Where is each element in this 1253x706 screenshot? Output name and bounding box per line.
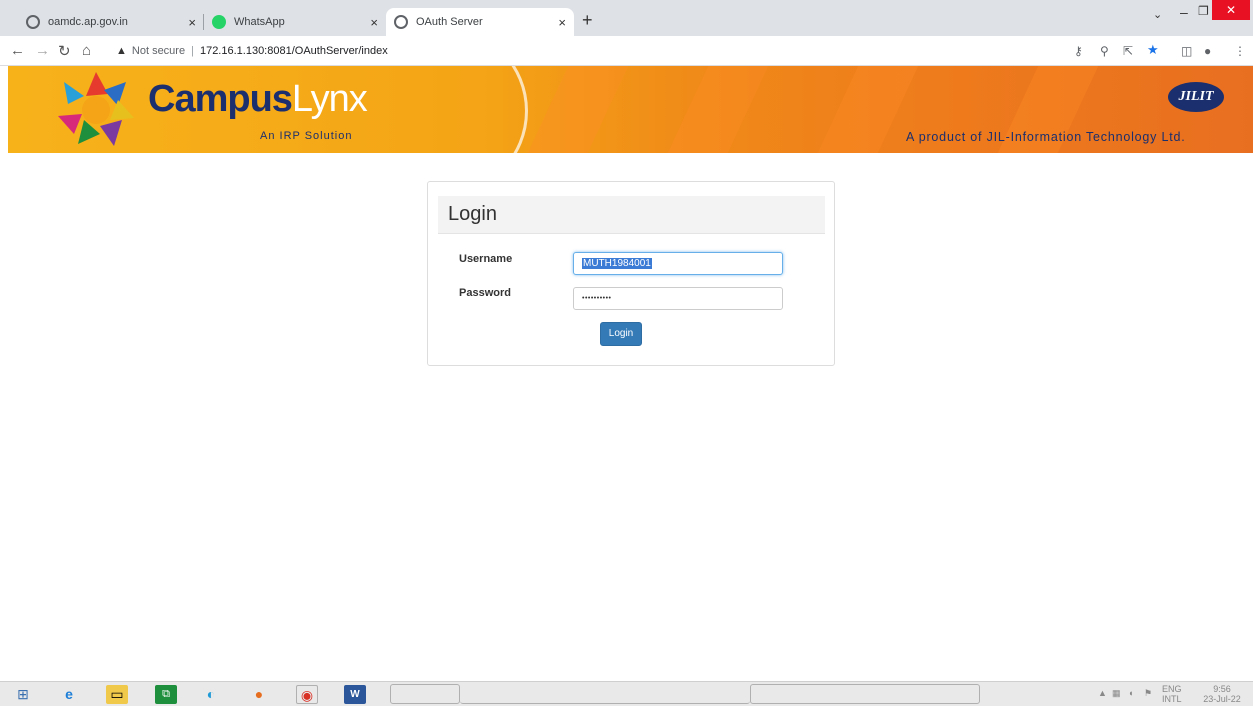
tab-search-chevron-icon[interactable]: ⌄ — [1153, 8, 1162, 21]
brand-tagline: An IRP Solution — [260, 130, 353, 142]
banner-stripe — [667, 66, 769, 153]
volume-icon[interactable]: ◖ — [1128, 688, 1133, 698]
store-icon[interactable]: ⧉ — [155, 685, 177, 704]
back-arrow-icon[interactable]: ← — [10, 42, 25, 59]
username-input[interactable]: MUTH1984001 — [573, 252, 783, 275]
brand-name: CampusLynx — [148, 78, 368, 121]
side-panel-icon[interactable]: ◫ — [1181, 44, 1192, 58]
key-icon[interactable]: ⚷ — [1074, 44, 1083, 58]
taskbar-decoration — [460, 684, 750, 704]
taskbar-decoration — [390, 684, 460, 704]
banner-swoosh — [438, 66, 528, 153]
forward-arrow-icon[interactable]: → — [35, 42, 50, 59]
profile-avatar-icon[interactable]: ● — [1204, 44, 1211, 58]
reload-icon[interactable]: ↻ — [58, 42, 71, 60]
product-attribution: A product of JIL-Information Technology … — [906, 130, 1186, 144]
close-tab-icon[interactable]: × — [188, 15, 196, 30]
language-code: ENG — [1162, 684, 1182, 694]
network-icon[interactable]: ▦ — [1112, 688, 1121, 699]
login-title: Login — [448, 203, 497, 225]
tab-title: OAuth Server — [416, 16, 483, 28]
word-icon[interactable]: W — [344, 685, 366, 704]
brand-lynx: Lynx — [291, 78, 368, 120]
taskbar-decoration — [750, 684, 980, 704]
clock-date: 23-Jul-22 — [1203, 694, 1241, 704]
chrome-icon[interactable]: ◉ — [296, 685, 318, 704]
tab-oamdc[interactable]: oamdc.ap.gov.in × — [18, 8, 204, 36]
jilit-logo: JILIT — [1168, 82, 1224, 112]
clock[interactable]: 9:56 23-Jul-22 — [1198, 684, 1246, 704]
minimize-button[interactable]: – — [1180, 4, 1188, 20]
url-divider: | — [191, 45, 194, 57]
tab-oauth-server[interactable]: OAuth Server × — [386, 8, 574, 36]
login-panel-header: Login — [438, 196, 825, 234]
action-center-flag-icon[interactable]: ⚑ — [1144, 688, 1152, 699]
new-tab-button[interactable]: + — [582, 10, 593, 31]
username-value: MUTH1984001 — [582, 258, 652, 269]
share-icon[interactable]: ⇱ — [1123, 44, 1133, 58]
tab-title: oamdc.ap.gov.in — [48, 16, 128, 28]
warning-triangle-icon: ▲ — [116, 45, 127, 57]
close-tab-icon[interactable]: × — [370, 15, 378, 30]
campuslynx-banner: CampusLynx An IRP Solution JILIT A produ… — [8, 66, 1253, 153]
url-text[interactable]: 172.16.1.130:8081/OAuthServer/index — [200, 45, 388, 57]
edge-icon[interactable]: ◐ — [200, 685, 222, 704]
restore-button[interactable]: ❐ — [1198, 4, 1209, 18]
banner-stripe — [817, 66, 919, 153]
tab-whatsapp[interactable]: WhatsApp × — [204, 8, 386, 36]
globe-icon — [26, 15, 40, 29]
bookmark-star-icon[interactable]: ★ — [1147, 42, 1159, 58]
window-close-button[interactable]: ✕ — [1212, 0, 1250, 20]
password-input[interactable]: •••••••••• — [573, 287, 783, 310]
password-mask: •••••••••• — [582, 295, 612, 302]
windows-start-icon[interactable]: ⊞ — [12, 685, 34, 704]
banner-stripe — [527, 66, 629, 153]
menu-dots-icon[interactable]: ⋮ — [1234, 44, 1246, 58]
file-explorer-icon[interactable]: ▭ — [106, 685, 128, 704]
login-panel: Login Username MUTH1984001 Password ••••… — [427, 181, 835, 366]
password-label: Password — [459, 287, 511, 299]
tray-chevron-icon[interactable]: ▲ — [1098, 688, 1107, 698]
close-tab-icon[interactable]: × — [558, 15, 566, 30]
home-icon[interactable]: ⌂ — [82, 42, 91, 59]
whatsapp-icon — [212, 15, 226, 29]
username-label: Username — [459, 253, 513, 265]
security-status[interactable]: Not secure — [132, 45, 185, 57]
browser-tab-strip: oamdc.ap.gov.in × WhatsApp × OAuth Serve… — [0, 0, 1253, 36]
campuslynx-star-logo-icon — [58, 72, 134, 146]
clock-time: 9:56 — [1213, 684, 1231, 694]
firefox-icon[interactable]: ● — [248, 685, 270, 704]
login-button[interactable]: Login — [600, 322, 642, 346]
keyboard-region: INTL — [1162, 694, 1182, 704]
zoom-icon[interactable]: ⚲ — [1100, 44, 1109, 58]
tab-title: WhatsApp — [234, 16, 285, 28]
brand-campus: Campus — [148, 78, 293, 120]
address-bar[interactable]: ▲ Not secure | 172.16.1.130:8081/OAuthSe… — [116, 40, 1066, 62]
internet-explorer-icon[interactable]: e — [58, 685, 80, 704]
language-indicator[interactable]: ENG INTL — [1162, 684, 1182, 704]
windows-taskbar: ⊞ e ▭ ⧉ ◐ ● ◉ W ▲ ▦ ◖ ⚑ ENG INTL 9:56 23… — [0, 681, 1253, 706]
globe-icon — [394, 15, 408, 29]
browser-toolbar: ← → ↻ ⌂ ▲ Not secure | 172.16.1.130:8081… — [0, 36, 1253, 66]
